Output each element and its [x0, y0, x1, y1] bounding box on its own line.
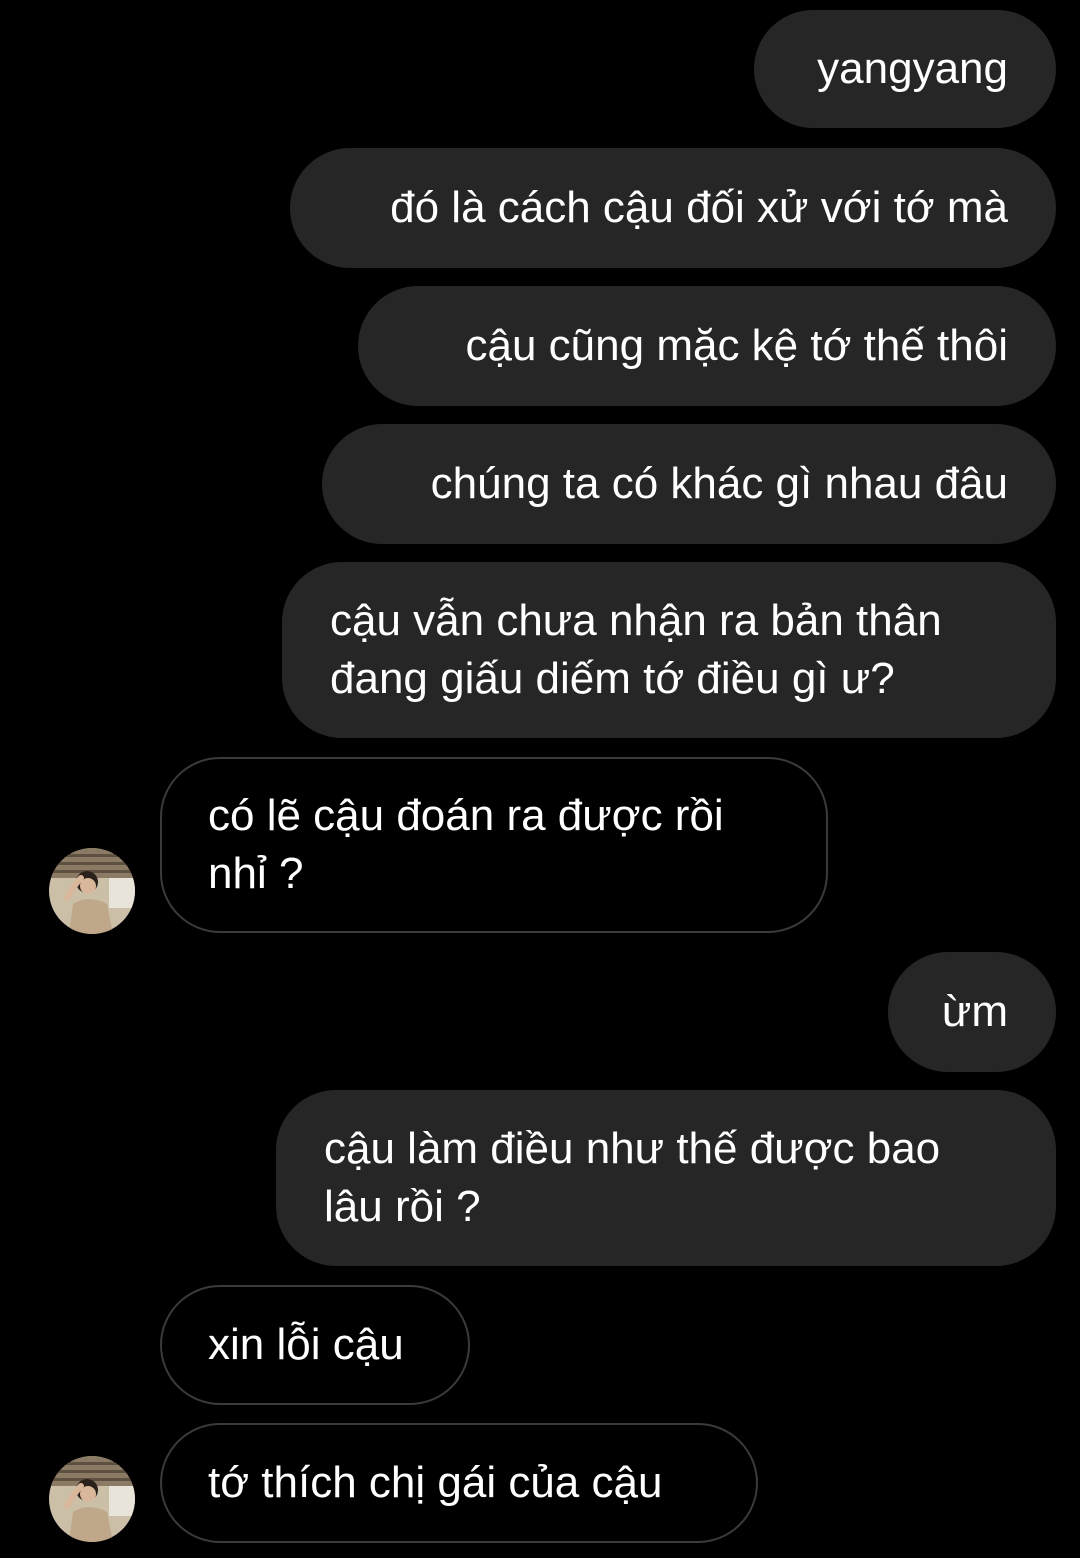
message-bubble-outgoing[interactable]: cậu cũng mặc kệ tớ thế thôi: [358, 286, 1056, 406]
message-bubble-outgoing[interactable]: chúng ta có khác gì nhau đâu: [322, 424, 1056, 544]
avatar-photo-icon: [49, 848, 135, 934]
message-bubble-incoming[interactable]: có lẽ cậu đoán ra được rồi nhỉ ?: [160, 757, 828, 933]
message-bubble-outgoing[interactable]: ừm: [888, 952, 1056, 1072]
message-bubble-outgoing[interactable]: cậu làm điều như thế được bao lâu rồi ?: [276, 1090, 1056, 1266]
message-bubble-outgoing[interactable]: đó là cách cậu đối xử với tớ mà: [290, 148, 1056, 268]
contact-avatar[interactable]: [49, 848, 135, 934]
message-bubble-incoming[interactable]: xin lỗi cậu: [160, 1285, 470, 1405]
avatar-photo-icon: [49, 1456, 135, 1542]
message-bubble-outgoing[interactable]: yangyang: [754, 10, 1056, 128]
message-bubble-outgoing[interactable]: cậu vẫn chưa nhận ra bản thân đang giấu …: [282, 562, 1056, 738]
contact-avatar[interactable]: [49, 1456, 135, 1542]
message-bubble-incoming[interactable]: tớ thích chị gái của cậu: [160, 1423, 758, 1543]
